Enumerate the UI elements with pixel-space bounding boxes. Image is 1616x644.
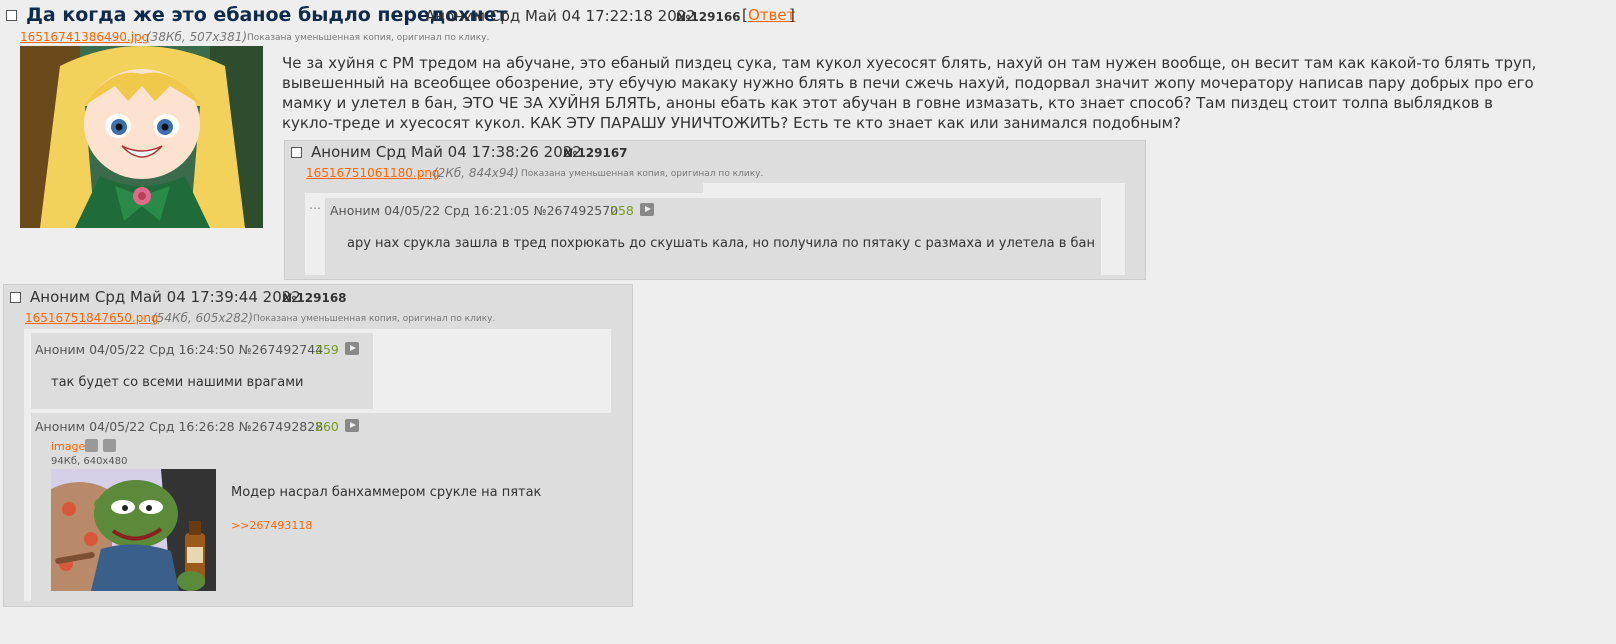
reply1-select-checkbox[interactable]	[291, 147, 302, 158]
shot-text: ару нах срукла зашла в тред похрюкать до…	[347, 236, 1096, 251]
download-icon	[103, 439, 116, 452]
play-icon	[345, 419, 359, 432]
op-file-note: Показана уменьшенная копия, оригинал по …	[247, 33, 490, 43]
shot-post-a: Аноним 04/05/22 Срд 16:24:50 №267492744 …	[31, 333, 373, 409]
reply1-file-note: Показана уменьшенная копия, оригинал по …	[521, 169, 764, 179]
reply1-author-date: Аноним Срд Май 04 17:38:26 2022	[311, 143, 582, 161]
shot-b-text: Модер насрал банхаммером срукле на пятак	[231, 485, 542, 500]
shot-top-strip	[305, 183, 703, 193]
op-file-name-link[interactable]: 16516741386490.jpg	[20, 30, 149, 44]
shot-reply-count: 258	[610, 203, 634, 218]
shot-b-header: Аноним 04/05/22 Срд 16:26:28 №267492828	[35, 419, 324, 434]
reply1-file-info: (2Кб, 844x94)	[433, 166, 519, 180]
op-number[interactable]: №129166	[676, 10, 741, 24]
search-icon	[85, 439, 98, 452]
op-message: Че за хуйня с РМ тредом на абучане, это …	[282, 54, 1537, 132]
shot-post-b: Аноним 04/05/22 Срд 16:26:28 №267492828 …	[31, 413, 611, 601]
reply2-author-date: Аноним Срд Май 04 17:39:44 2022	[30, 288, 301, 306]
shot-dots: ...	[309, 197, 321, 212]
op-author-date: Аноним Срд Май 04 17:22:18 2022	[425, 7, 696, 25]
play-icon	[345, 342, 359, 355]
shot-a-reply-count: 259	[315, 342, 339, 357]
op-file-info: (38Кб, 507x381)	[146, 30, 248, 44]
shot-post: Аноним 04/05/22 Срд 16:21:05 №267492570 …	[325, 198, 1101, 275]
shot-a-text: так будет со всеми нашими врагами	[51, 375, 304, 390]
play-icon	[640, 203, 654, 216]
reply1-number[interactable]: №129167	[563, 146, 628, 160]
bracket-close: ]	[789, 6, 795, 24]
bracket-open: [	[742, 6, 748, 24]
reply2-thumbnail-image[interactable]: Аноним 04/05/22 Срд 16:24:50 №267492744 …	[24, 329, 611, 601]
reply2-file-name-link[interactable]: 16516751847650.png	[25, 311, 159, 325]
reply1-file-name-link[interactable]: 16516751061180.png	[306, 166, 440, 180]
shot-b-image-label: image	[51, 440, 86, 453]
reply2-select-checkbox[interactable]	[10, 292, 21, 303]
shot-b-quote-link: >>267493118	[231, 519, 313, 532]
op-select-checkbox[interactable]	[6, 10, 17, 21]
shot-b-image-info: 94Кб, 640x480	[51, 456, 128, 467]
reply2-number[interactable]: №129168	[282, 291, 347, 305]
reply2-file-note: Показана уменьшенная копия, оригинал по …	[253, 314, 496, 324]
reply2-file-info: (54Кб, 605x282)	[152, 311, 254, 325]
shot-b-pepe-image	[51, 469, 216, 591]
op-thumbnail-image[interactable]	[20, 46, 263, 228]
shot-header: Аноним 04/05/22 Срд 16:21:05 №267492570	[330, 203, 619, 218]
shot-a-header: Аноним 04/05/22 Срд 16:24:50 №267492744	[35, 342, 324, 357]
reply1-thumbnail-image[interactable]: ... Аноним 04/05/22 Срд 16:21:05 №267492…	[305, 183, 1125, 275]
shot-b-reply-count: 260	[315, 419, 339, 434]
